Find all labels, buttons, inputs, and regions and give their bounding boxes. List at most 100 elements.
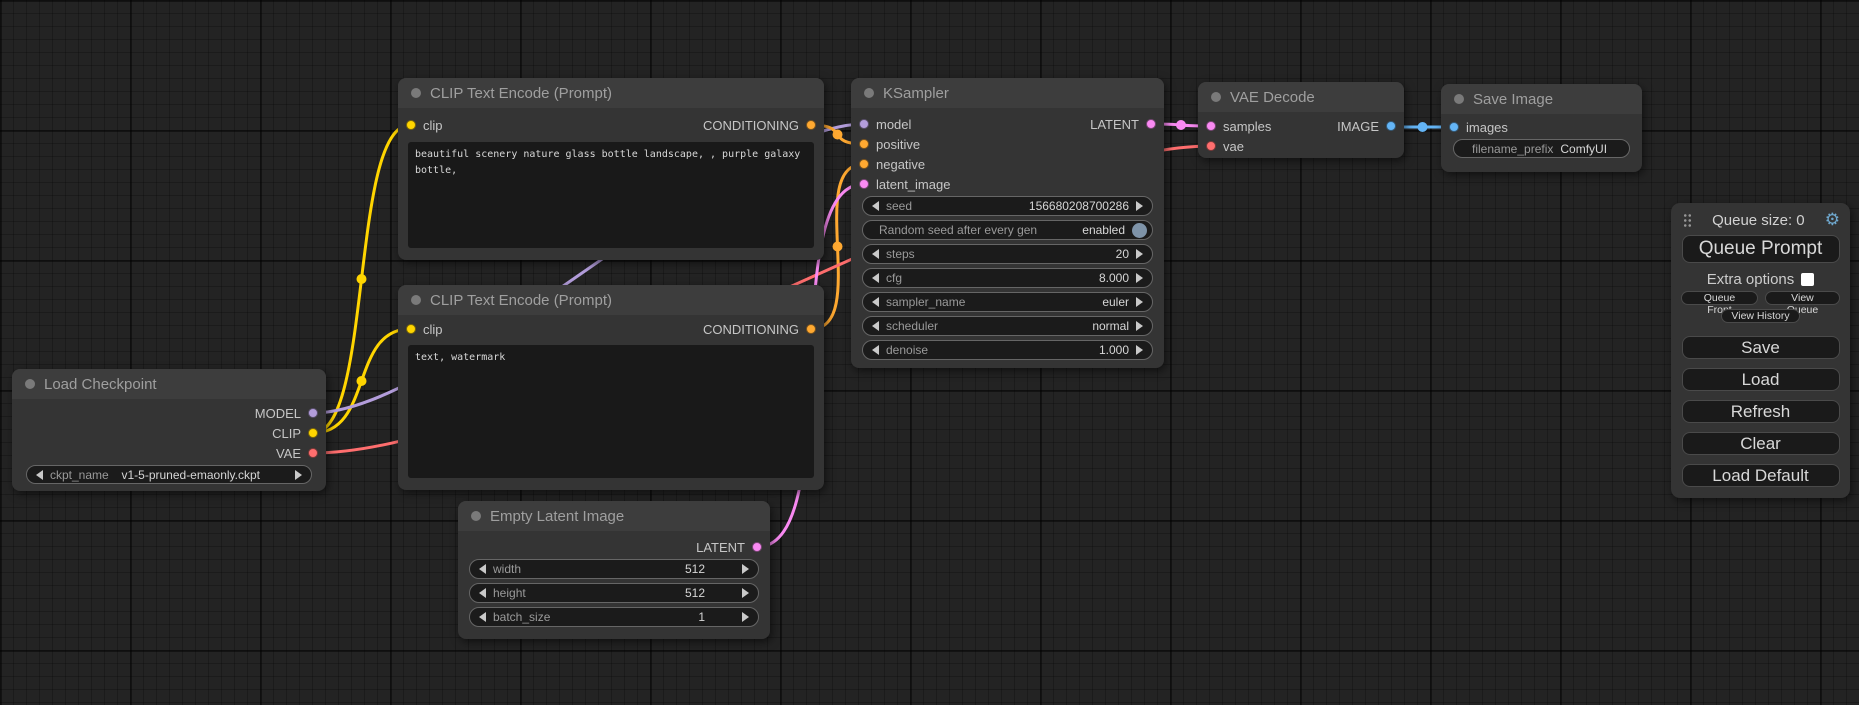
node-clip-text-encode-positive[interactable]: CLIP Text Encode (Prompt) clip CONDITION…	[398, 78, 824, 260]
widget-value: 512	[685, 562, 705, 576]
batch-size-number-widget[interactable]: batch_size 1	[469, 607, 759, 627]
clear-button[interactable]: Clear	[1682, 432, 1840, 455]
decrement-arrow-icon[interactable]	[36, 470, 43, 480]
node-graph-canvas[interactable]: Load Checkpoint MODEL CLIP VAE ckpt_name…	[0, 0, 1859, 705]
increment-arrow-icon[interactable]	[1136, 321, 1143, 331]
increment-arrow-icon[interactable]	[1136, 201, 1143, 211]
vae-input-port[interactable]	[1206, 141, 1216, 151]
collapse-dot-icon[interactable]	[864, 88, 874, 98]
samples-input-port[interactable]	[1206, 121, 1216, 131]
node-clip-text-encode-negative[interactable]: CLIP Text Encode (Prompt) clip CONDITION…	[398, 285, 824, 490]
decrement-arrow-icon[interactable]	[872, 297, 879, 307]
increment-arrow-icon[interactable]	[742, 612, 749, 622]
widget-value: 8.000	[1099, 271, 1129, 285]
drag-handle-icon[interactable]	[1683, 213, 1692, 228]
node-titlebar[interactable]: Empty Latent Image	[458, 501, 770, 531]
model-input-port[interactable]	[859, 119, 869, 129]
cfg-number-widget[interactable]: cfg 8.000	[862, 268, 1153, 288]
node-titlebar[interactable]: Save Image	[1441, 84, 1642, 114]
widget-label: batch_size	[493, 610, 550, 624]
negative-input-port[interactable]	[859, 159, 869, 169]
decrement-arrow-icon[interactable]	[872, 321, 879, 331]
positive-input-port[interactable]	[859, 139, 869, 149]
collapse-dot-icon[interactable]	[25, 379, 35, 389]
steps-number-widget[interactable]: steps 20	[862, 244, 1153, 264]
vae-output-port[interactable]	[308, 448, 318, 458]
node-vae-decode[interactable]: VAE Decode samples IMAGE vae	[1198, 82, 1404, 158]
refresh-button[interactable]: Refresh	[1682, 400, 1840, 423]
decrement-arrow-icon[interactable]	[872, 249, 879, 259]
decrement-arrow-icon[interactable]	[479, 612, 486, 622]
decrement-arrow-icon[interactable]	[872, 273, 879, 283]
width-number-widget[interactable]: width 512	[469, 559, 759, 579]
load-button[interactable]: Load	[1682, 368, 1840, 391]
decrement-arrow-icon[interactable]	[872, 345, 879, 355]
collapse-dot-icon[interactable]	[471, 511, 481, 521]
node-ksampler[interactable]: KSampler model LATENT positive negative	[851, 78, 1164, 368]
output-label: LATENT	[696, 540, 745, 555]
decrement-arrow-icon[interactable]	[479, 564, 486, 574]
save-button[interactable]: Save	[1682, 336, 1840, 359]
link-midpoint-dot	[833, 242, 843, 252]
queue-front-button[interactable]: Queue Front	[1681, 291, 1758, 305]
node-titlebar[interactable]: VAE Decode	[1198, 82, 1404, 112]
height-number-widget[interactable]: height 512	[469, 583, 759, 603]
increment-arrow-icon[interactable]	[742, 588, 749, 598]
positive-prompt-textarea[interactable]: beautiful scenery nature glass bottle la…	[408, 142, 814, 248]
collapse-dot-icon[interactable]	[1454, 94, 1464, 104]
seed-number-widget[interactable]: seed 156680208700286	[862, 196, 1153, 216]
filename-prefix-text-widget[interactable]: filename_prefix ComfyUI	[1453, 139, 1630, 158]
collapse-dot-icon[interactable]	[411, 295, 421, 305]
link-midpoint-dot	[833, 130, 843, 140]
widget-label: ckpt_name	[50, 468, 109, 482]
increment-arrow-icon[interactable]	[1136, 345, 1143, 355]
ckpt-name-combo-widget[interactable]: ckpt_name v1-5-pruned-emaonly.ckpt	[26, 465, 312, 484]
latent-image-input-port[interactable]	[859, 179, 869, 189]
sampler-name-combo-widget[interactable]: sampler_name euler	[862, 292, 1153, 312]
toggle-knob-icon[interactable]	[1132, 223, 1147, 238]
decrement-arrow-icon[interactable]	[479, 588, 486, 598]
input-label: clip	[423, 322, 443, 337]
view-queue-button[interactable]: View Queue	[1765, 291, 1840, 305]
extra-options-checkbox[interactable]	[1801, 273, 1814, 286]
increment-arrow-icon[interactable]	[1136, 297, 1143, 307]
scheduler-combo-widget[interactable]: scheduler normal	[862, 316, 1153, 336]
node-save-image[interactable]: Save Image images filename_prefix ComfyU…	[1441, 84, 1642, 172]
image-output-port[interactable]	[1386, 121, 1396, 131]
node-titlebar[interactable]: CLIP Text Encode (Prompt)	[398, 78, 824, 108]
latent-output-port[interactable]	[1146, 119, 1156, 129]
collapse-dot-icon[interactable]	[411, 88, 421, 98]
increment-arrow-icon[interactable]	[1136, 249, 1143, 259]
node-empty-latent-image[interactable]: Empty Latent Image LATENT width 512 heig…	[458, 501, 770, 639]
settings-gear-icon[interactable]: ⚙	[1825, 212, 1840, 229]
view-history-button[interactable]: View History	[1721, 309, 1799, 323]
increment-arrow-icon[interactable]	[742, 564, 749, 574]
clip-input-port[interactable]	[406, 324, 416, 334]
node-load-checkpoint[interactable]: Load Checkpoint MODEL CLIP VAE ckpt_name…	[12, 369, 326, 491]
input-label: negative	[876, 157, 925, 172]
conditioning-output-port[interactable]	[806, 120, 816, 130]
widget-label: steps	[886, 247, 915, 261]
node-titlebar[interactable]: KSampler	[851, 78, 1164, 108]
node-titlebar[interactable]: CLIP Text Encode (Prompt)	[398, 285, 824, 315]
negative-prompt-textarea[interactable]: text, watermark	[408, 345, 814, 478]
increment-arrow-icon[interactable]	[1136, 273, 1143, 283]
denoise-number-widget[interactable]: denoise 1.000	[862, 340, 1153, 360]
images-input-port[interactable]	[1449, 122, 1459, 132]
collapse-dot-icon[interactable]	[1211, 92, 1221, 102]
node-titlebar[interactable]: Load Checkpoint	[12, 369, 326, 399]
link-midpoint-dot	[1418, 122, 1428, 132]
conditioning-output-port[interactable]	[806, 324, 816, 334]
widget-label: seed	[886, 199, 912, 213]
load-default-button[interactable]: Load Default	[1682, 464, 1840, 487]
random-seed-toggle-widget[interactable]: Random seed after every gen enabled	[862, 220, 1153, 240]
output-label: CONDITIONING	[703, 118, 799, 133]
clip-input-port[interactable]	[406, 120, 416, 130]
clip-output-port[interactable]	[308, 428, 318, 438]
decrement-arrow-icon[interactable]	[872, 201, 879, 211]
latent-output-port[interactable]	[752, 542, 762, 552]
increment-arrow-icon[interactable]	[295, 470, 302, 480]
model-output-port[interactable]	[308, 408, 318, 418]
queue-prompt-button[interactable]: Queue Prompt	[1682, 235, 1840, 263]
node-title: CLIP Text Encode (Prompt)	[430, 292, 612, 309]
